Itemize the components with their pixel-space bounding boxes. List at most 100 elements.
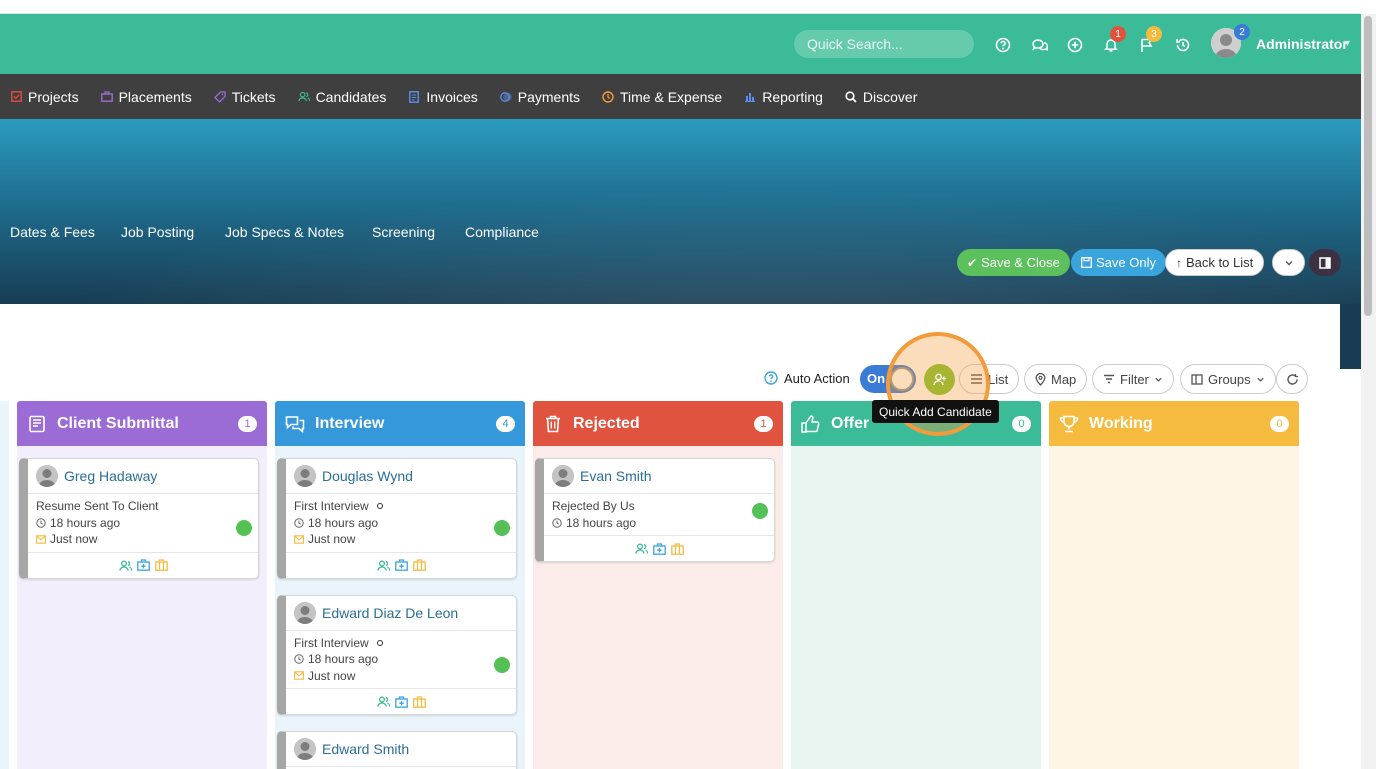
save-only-button[interactable]: Save Only: [1071, 249, 1166, 276]
map-pin-icon: [1035, 372, 1046, 386]
column-header[interactable]: Rejected 1: [533, 401, 783, 446]
candidate-card[interactable]: Edward Diaz De Leon First Interview 18 hou…: [277, 594, 517, 715]
nav-item-time-expense[interactable]: Time & Expense: [602, 89, 722, 105]
card-status-row: Resume Sent To Client: [36, 498, 250, 515]
card-email-row: Just now: [294, 668, 508, 685]
map-view-button[interactable]: Map: [1024, 364, 1088, 394]
nav-item-reporting[interactable]: Reporting: [744, 89, 823, 105]
clock-icon: [294, 518, 304, 528]
column-count-badge: 1: [238, 415, 257, 432]
candidate-card[interactable]: Greg Hadaway Resume Sent To Client 18 hour…: [19, 458, 259, 579]
status-indicator-dot: [494, 520, 510, 536]
briefcase-icon[interactable]: [154, 559, 168, 571]
tab-screening[interactable]: Screening: [372, 224, 435, 240]
plus-circle-icon[interactable]: [1066, 36, 1084, 54]
nav-item-label: Time & Expense: [620, 88, 723, 105]
quick-search-input[interactable]: [794, 30, 974, 58]
candidate-name-link[interactable]: Greg Hadaway: [64, 468, 157, 484]
pipeline-column-working: Working 0: [1049, 401, 1299, 769]
nav-item-candidates[interactable]: Candidates: [297, 88, 387, 105]
avatar-badge: 2: [1234, 24, 1250, 40]
tab-dates-fees[interactable]: Dates & Fees: [10, 224, 95, 240]
users-icon[interactable]: [376, 559, 390, 571]
groups-button[interactable]: Groups: [1180, 364, 1276, 394]
briefcase-medical-icon[interactable]: [394, 559, 408, 571]
nav-item-payments[interactable]: Payments: [499, 89, 580, 105]
status-indicator-dot: [752, 503, 768, 519]
tab-job-specs-notes[interactable]: Job Specs & Notes: [225, 224, 344, 240]
toggle-panel-button[interactable]: [1309, 249, 1341, 276]
card-email-row: Just now: [294, 531, 508, 548]
chevron-down-icon[interactable]: ▼: [1343, 38, 1352, 48]
candidate-card[interactable]: Edward SmithFirst Interview: [277, 731, 517, 769]
filter-icon: [1103, 374, 1115, 384]
previous-column-edge: [0, 401, 9, 769]
add-user-icon: [932, 373, 946, 386]
quick-add-candidate-button[interactable]: [924, 364, 955, 395]
briefcase-icon[interactable]: [670, 542, 684, 555]
briefcase-medical-icon[interactable]: [136, 559, 150, 571]
column-body: Evan Smith Rejected By Us 18 hours ago: [533, 446, 783, 769]
briefcase-medical-icon[interactable]: [394, 695, 408, 708]
column-header[interactable]: Client Submittal 1: [17, 401, 267, 446]
thumbs-up-icon: [801, 414, 821, 434]
check-square-icon: [10, 91, 22, 103]
help-icon[interactable]: [994, 36, 1012, 54]
chat-icon[interactable]: [1030, 36, 1048, 54]
column-body: Douglas Wynd First Interview 18 hours ago J…: [275, 446, 525, 769]
filter-button[interactable]: Filter: [1092, 364, 1174, 394]
column-title: Offer: [831, 414, 870, 432]
back-to-list-button[interactable]: ↑ Back to List: [1165, 249, 1265, 276]
tab-job-posting[interactable]: Job Posting: [121, 224, 194, 240]
card-status: Rejected By Us: [552, 499, 635, 513]
more-actions-button[interactable]: [1272, 249, 1305, 276]
status-indicator-dot: [494, 656, 510, 673]
envelope-icon: [36, 534, 46, 544]
users-icon[interactable]: [118, 559, 132, 571]
card-actions: [28, 551, 258, 578]
briefcase-icon[interactable]: [412, 559, 426, 571]
users-icon[interactable]: [634, 543, 648, 554]
page-scrollbar-thumb[interactable]: [1364, 16, 1372, 316]
bell-icon[interactable]: 1: [1102, 26, 1126, 54]
flag-icon[interactable]: 3: [1138, 26, 1162, 54]
briefcase-medical-icon[interactable]: [652, 542, 666, 555]
save-close-button[interactable]: ✔ Save & Close: [957, 249, 1070, 276]
candidate-avatar: [294, 601, 316, 624]
notifications-badge: 1: [1110, 26, 1126, 42]
nav-item-tickets[interactable]: Tickets: [213, 88, 276, 105]
nav-item-placements[interactable]: Placements: [100, 89, 192, 105]
column-header[interactable]: Interview 4: [275, 401, 525, 446]
refresh-button[interactable]: [1276, 364, 1308, 394]
candidate-name-link[interactable]: Douglas Wynd: [322, 468, 413, 484]
candidate-name-link[interactable]: Evan Smith: [580, 468, 652, 484]
card-body: First Interview 18 hours ago Just now: [286, 631, 516, 685]
candidate-avatar: [36, 465, 58, 487]
nav-item-label: Candidates: [315, 88, 387, 105]
candidate-name-link[interactable]: Edward Diaz De Leon: [322, 605, 458, 621]
candidate-name-link[interactable]: Edward Smith: [322, 741, 409, 757]
tab-compliance[interactable]: Compliance: [465, 224, 539, 240]
clipboard-icon: [27, 414, 47, 434]
briefcase-icon[interactable]: [412, 695, 426, 708]
card-body: First Interview 18 hours ago Just now: [286, 494, 516, 548]
history-icon[interactable]: [1174, 36, 1192, 54]
page: 1 3 2 Administrator ▼ Projects Placements…: [0, 0, 1376, 769]
pipeline-column-client-submittal: Client Submittal 1 Greg Hadaway Resume Sent…: [17, 401, 267, 769]
card-time-row: 18 hours ago: [294, 651, 508, 668]
record-banner: Dates & Fees Job Posting Job Specs & Not…: [0, 119, 1361, 304]
candidate-card[interactable]: Evan Smith Rejected By Us 18 hours ago: [535, 458, 775, 562]
column-header[interactable]: Working 0: [1049, 401, 1299, 446]
nav-item-invoices[interactable]: Invoices: [408, 89, 478, 105]
check-icon: ✔: [967, 255, 978, 270]
users-icon[interactable]: [376, 696, 390, 707]
nav-item-discover[interactable]: Discover: [845, 89, 917, 105]
nav-item-projects[interactable]: Projects: [10, 89, 79, 105]
user-name[interactable]: Administrator: [1256, 36, 1348, 52]
nav-item-label: Tickets: [231, 88, 276, 105]
candidate-card[interactable]: Douglas Wynd First Interview 18 hours ago J…: [277, 458, 517, 579]
help-circle-icon[interactable]: [764, 371, 778, 385]
bar-chart-icon: [744, 91, 756, 103]
card-time-row: 18 hours ago: [294, 515, 508, 532]
nav-item-label: Reporting: [762, 88, 823, 105]
